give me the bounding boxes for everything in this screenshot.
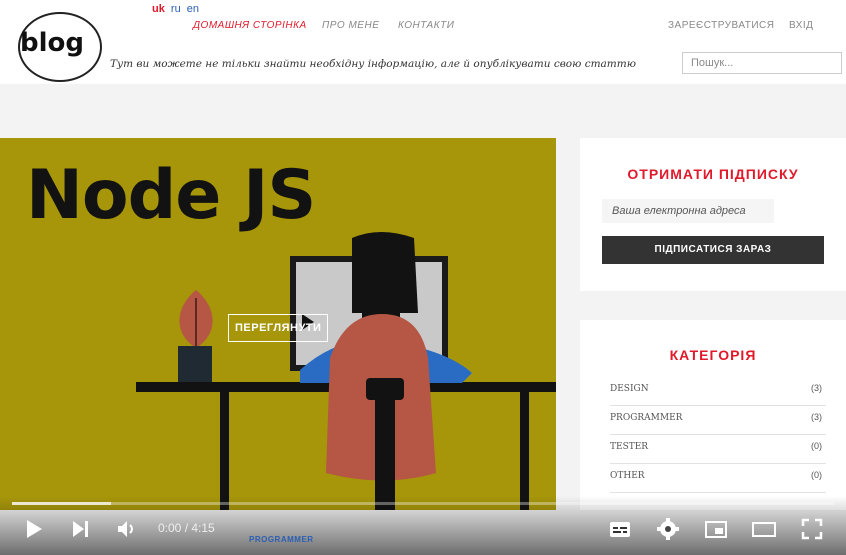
category-name[interactable]: DESIGN: [610, 384, 649, 394]
lang-ru[interactable]: ru: [171, 3, 181, 15]
category-item-other[interactable]: OTHER (0): [610, 463, 826, 493]
nav-about[interactable]: Про мене: [322, 20, 379, 31]
fullscreen-icon[interactable]: [800, 516, 824, 542]
play-icon[interactable]: [24, 516, 44, 542]
email-input[interactable]: Ваша електронна адреса: [602, 199, 774, 223]
volume-icon[interactable]: [116, 516, 138, 542]
post-category-tag[interactable]: PROGRAMMER: [249, 535, 314, 544]
category-item-design[interactable]: DESIGN (3): [610, 376, 826, 406]
lang-uk[interactable]: uk: [152, 3, 165, 15]
category-item-programmer[interactable]: PROGRAMMER (3): [610, 405, 826, 435]
category-name[interactable]: OTHER: [610, 471, 645, 481]
subscribe-button[interactable]: ПІДПИСАТИСЯ ЗАРАЗ: [602, 236, 824, 264]
miniplayer-icon[interactable]: [704, 516, 728, 542]
categories-widget: КАТЕГОРІЯ DESIGN (3) PROGRAMMER (3) TEST…: [580, 320, 846, 510]
register-link[interactable]: Зареєструватися: [668, 20, 775, 31]
category-count: (0): [811, 470, 822, 480]
category-count: (0): [811, 441, 822, 451]
nav-home[interactable]: Домашня сторінка: [193, 20, 307, 31]
video-progress-bar[interactable]: [12, 502, 834, 505]
chair-post: [375, 400, 395, 510]
watch-button[interactable]: ПЕРЕГЛЯНУТИ: [228, 314, 329, 342]
category-count: (3): [811, 412, 822, 422]
lang-en[interactable]: en: [187, 3, 199, 15]
site-header: blog uk ru en Домашня сторінка Про мене …: [0, 0, 846, 84]
nav-contacts[interactable]: Контакти: [398, 20, 454, 31]
theater-icon[interactable]: [751, 516, 777, 542]
category-name[interactable]: TESTER: [610, 442, 648, 452]
categories-title: КАТЕГОРІЯ: [669, 347, 757, 363]
settings-icon[interactable]: [656, 516, 680, 542]
featured-post-image[interactable]: Node JS ПЕРЕГЛЯНУТИ: [0, 138, 556, 510]
video-time: 0:00 / 4:15: [158, 521, 215, 535]
subscribe-title: ОТРИМАТИ ПІДПИСКУ: [627, 166, 799, 182]
search-input[interactable]: Пошук...: [682, 52, 842, 74]
login-link[interactable]: Вхід: [789, 20, 813, 31]
person-hair: [352, 232, 418, 313]
plant-pot: [178, 346, 212, 384]
subscribe-widget: ОТРИМАТИ ПІДПИСКУ Ваша електронна адреса…: [580, 138, 846, 291]
site-tagline: Тут ви можете не тільки знайти необхідну…: [110, 58, 636, 70]
logo-text[interactable]: blog: [20, 28, 84, 58]
category-item-tester[interactable]: TESTER (0): [610, 434, 826, 464]
video-buffered: [12, 502, 111, 505]
category-name[interactable]: PROGRAMMER: [610, 413, 682, 423]
category-count: (3): [811, 383, 822, 393]
subtitles-icon[interactable]: [608, 516, 632, 542]
language-switcher: uk ru en: [152, 3, 202, 15]
next-icon[interactable]: [70, 516, 92, 542]
